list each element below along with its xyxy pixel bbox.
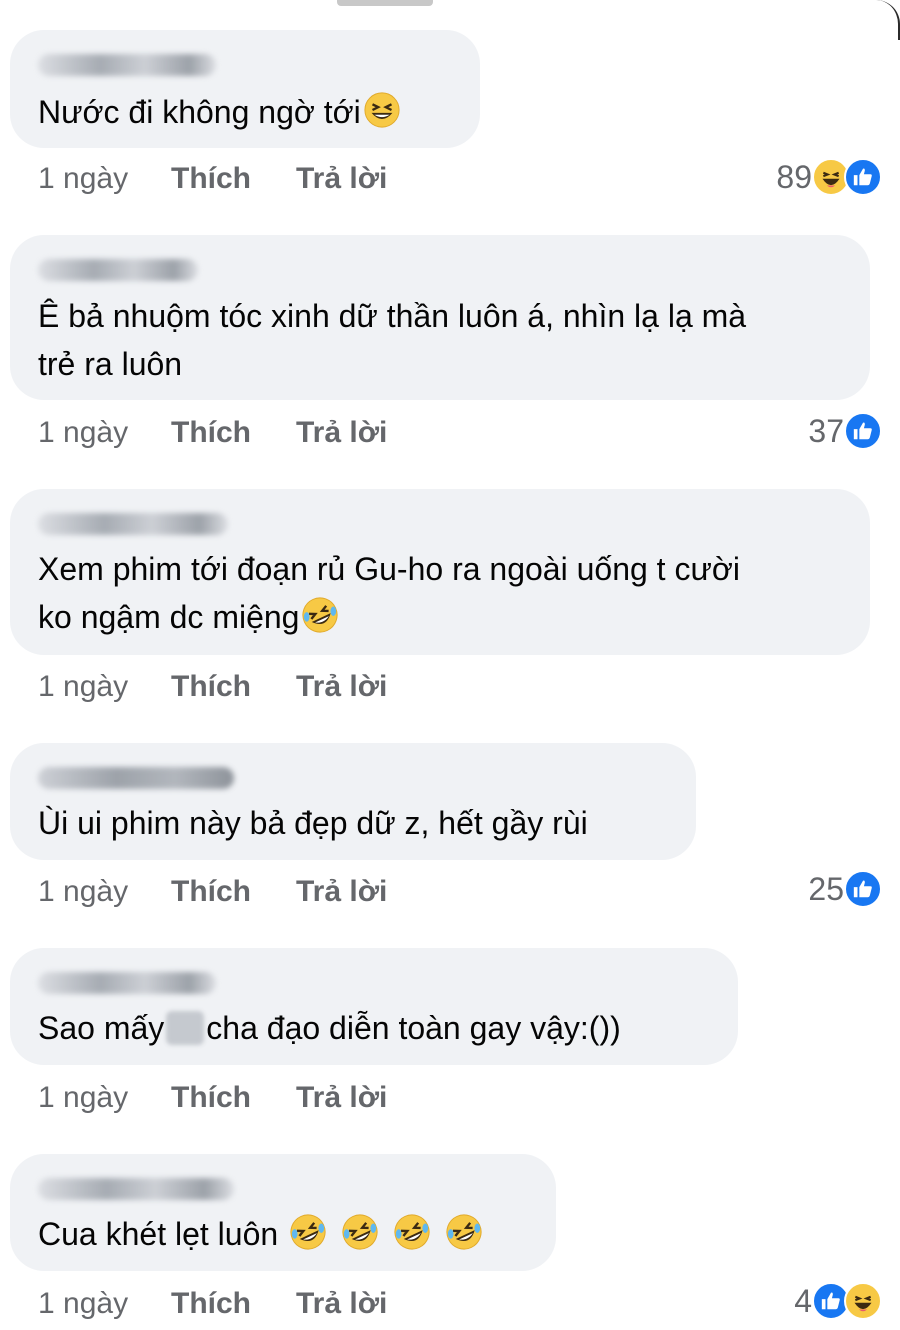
author-name-blurred[interactable] (38, 1178, 234, 1200)
comment-time[interactable]: 1 ngày (38, 870, 128, 914)
comment-bubble: Nước đi không ngờ tới (10, 30, 480, 148)
like-icon (844, 412, 882, 450)
like-button[interactable]: Thích (171, 1282, 251, 1326)
author-name-blurred[interactable] (38, 972, 216, 994)
comment-time[interactable]: 1 ngày (38, 1076, 128, 1120)
comment-text: Ê bả nhuộm tóc xinh dữ thần luôn á, nhìn… (38, 298, 747, 382)
rofl-emoji-icon (342, 1214, 378, 1250)
like-icon (844, 870, 882, 908)
comment-bubble: Xem phim tới đoạn rủ Gu-ho ra ngoài uống… (10, 489, 870, 655)
author-name-blurred[interactable] (38, 767, 234, 789)
reply-button[interactable]: Trả lời (296, 1282, 387, 1326)
comment-time[interactable]: 1 ngày (38, 665, 128, 709)
author-name-blurred[interactable] (38, 259, 198, 281)
comment-meta: 1 ngày Thích Trả lời (38, 411, 878, 455)
rofl-emoji-icon (446, 1214, 482, 1250)
author-name-blurred[interactable] (38, 513, 228, 535)
comment-time[interactable]: 1 ngày (38, 411, 128, 455)
reaction-count: 25 (808, 871, 844, 907)
like-button[interactable]: Thích (171, 1076, 251, 1120)
reaction-count: 89 (776, 159, 812, 195)
reply-button[interactable]: Trả lời (296, 157, 387, 201)
reaction-summary[interactable]: 89 (776, 155, 882, 199)
comment-meta: 1 ngày Thích Trả lời (38, 1076, 878, 1120)
rofl-emoji-icon (290, 1214, 326, 1250)
author-name-blurred[interactable] (38, 54, 216, 76)
comment-text: Ùi ui phim này bả đẹp dữ z, hết gầy rùi (38, 805, 588, 841)
device-corner (874, 0, 900, 40)
reply-button[interactable]: Trả lời (296, 665, 387, 709)
comment-bubble: Sao mấy cha đạo diễn toàn gay vậy:()) (10, 948, 738, 1065)
rofl-emoji-icon (302, 597, 339, 633)
comment-bubble: Cua khét lẹt luôn (10, 1154, 556, 1271)
like-button[interactable]: Thích (171, 665, 251, 709)
like-icon (844, 158, 882, 196)
comment-bubble: Ê bả nhuộm tóc xinh dữ thần luôn á, nhìn… (10, 235, 870, 400)
reply-button[interactable]: Trả lời (296, 411, 387, 455)
grinning-squinting-emoji-icon (364, 92, 400, 128)
comment-meta: 1 ngày Thích Trả lời (38, 157, 878, 201)
comment-text: Xem phim tới đoạn rủ Gu-ho ra ngoài uống… (38, 545, 858, 641)
like-button[interactable]: Thích (171, 411, 251, 455)
comment-time[interactable]: 1 ngày (38, 157, 128, 201)
comment-text: Nước đi không ngờ tới (38, 88, 858, 136)
reaction-summary[interactable]: 37 (808, 409, 882, 453)
like-button[interactable]: Thích (171, 157, 251, 201)
drag-handle[interactable] (337, 0, 433, 6)
reply-button[interactable]: Trả lời (296, 1076, 387, 1120)
comment-meta: 1 ngày Thích Trả lời (38, 1282, 878, 1326)
reaction-summary[interactable]: 4 (794, 1279, 882, 1323)
comment-meta: 1 ngày Thích Trả lời (38, 665, 878, 709)
comment-meta: 1 ngày Thích Trả lời (38, 870, 878, 914)
haha-icon (844, 1282, 882, 1320)
like-button[interactable]: Thích (171, 870, 251, 914)
comment-bubble: Ùi ui phim này bả đẹp dữ z, hết gầy rùi (10, 743, 696, 860)
censored-word (166, 1011, 205, 1045)
comment-text: Cua khét lẹt luôn (38, 1210, 858, 1258)
reaction-summary[interactable]: 25 (808, 867, 882, 911)
reply-button[interactable]: Trả lời (296, 870, 387, 914)
comment-text: Sao mấy cha đạo diễn toàn gay vậy:()) (38, 1010, 621, 1046)
comment-time[interactable]: 1 ngày (38, 1282, 128, 1326)
reaction-count: 4 (794, 1283, 812, 1319)
rofl-emoji-icon (394, 1214, 430, 1250)
reaction-count: 37 (808, 413, 844, 449)
